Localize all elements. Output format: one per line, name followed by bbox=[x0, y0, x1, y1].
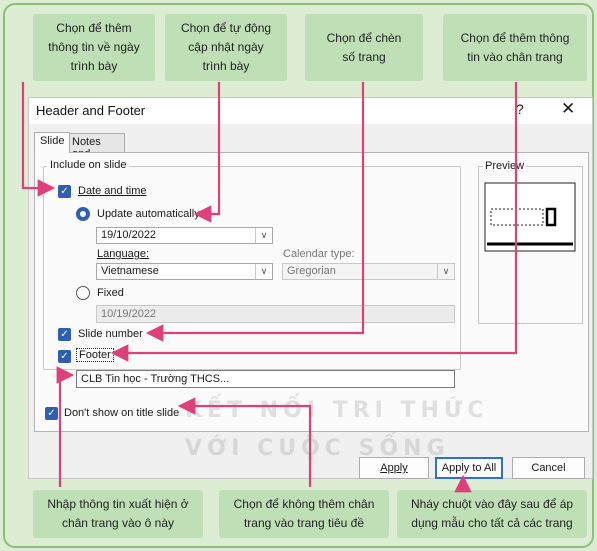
arrow-footer-text bbox=[56, 366, 75, 487]
arrow-title-slide bbox=[177, 397, 312, 487]
pointer-arrows bbox=[21, 82, 518, 493]
arrow-footer bbox=[110, 82, 518, 362]
arrow-slide-number bbox=[145, 82, 365, 342]
arrow-update-auto bbox=[193, 82, 221, 223]
tab-slide[interactable]: Slide bbox=[34, 132, 71, 153]
